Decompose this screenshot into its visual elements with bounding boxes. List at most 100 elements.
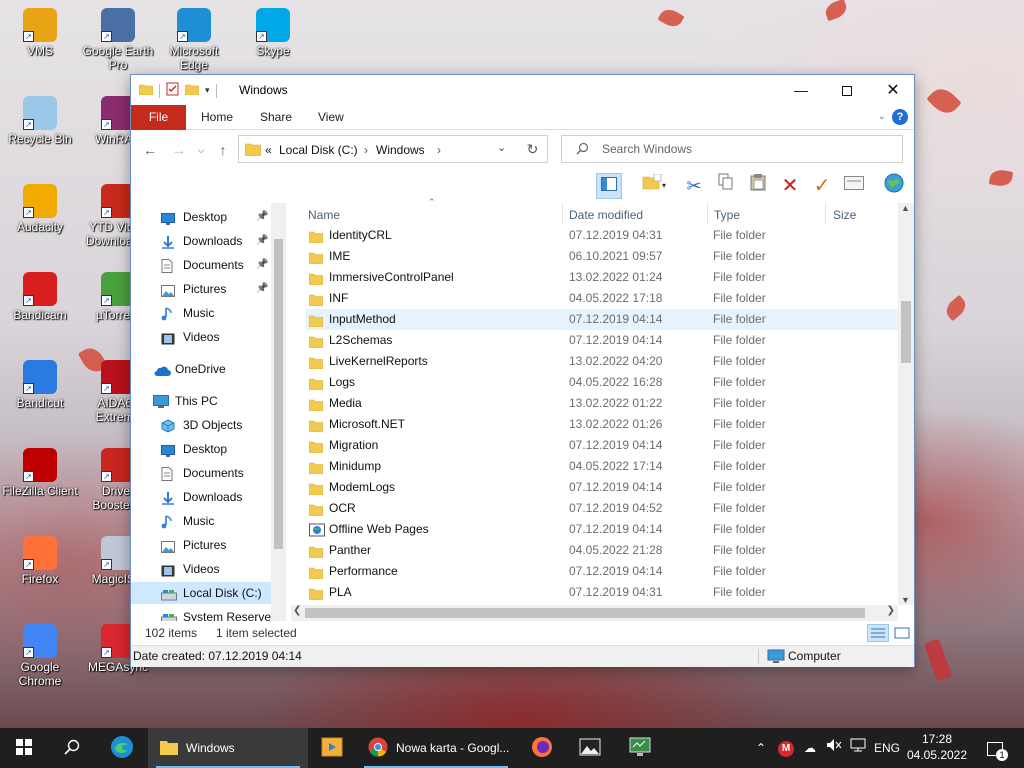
column-header-date[interactable]: Date modified — [569, 205, 643, 225]
tray-cloud[interactable]: ☁ — [800, 728, 820, 768]
help-icon[interactable]: ? — [892, 109, 908, 125]
nav-item-music[interactable]: Music — [131, 302, 271, 324]
nav-item-videos[interactable]: Videos — [131, 326, 271, 348]
pin-icon[interactable]: 📌 — [256, 254, 268, 276]
search-box[interactable] — [561, 135, 903, 163]
nav-item-music[interactable]: Music — [131, 510, 271, 532]
pin-icon[interactable]: 📌 — [256, 278, 268, 300]
nav-item-3d-objects[interactable]: 3D Objects — [131, 414, 271, 436]
close-button[interactable]: ✕ — [870, 75, 916, 105]
scroll-thumb[interactable] — [901, 301, 911, 363]
taskbar-chrome[interactable]: Nowa karta - Googl... — [356, 728, 516, 768]
nav-item-this-pc[interactable]: This PC — [131, 390, 271, 412]
nav-item-desktop[interactable]: Desktop 📌 — [131, 206, 271, 228]
tray-language[interactable]: ENG — [872, 728, 902, 768]
file-row[interactable]: LiveKernelReports 13.02.2022 04:20 File fo… — [306, 351, 898, 372]
column-divider[interactable] — [707, 203, 708, 225]
nav-item-documents[interactable]: Documents — [131, 462, 271, 484]
file-row[interactable]: Minidump 04.05.2022 17:14 File folder — [306, 456, 898, 477]
action-center-button[interactable]: 1 — [980, 728, 1010, 768]
nav-item-pictures[interactable]: Pictures — [131, 534, 271, 556]
up-button[interactable]: ↑ — [213, 140, 233, 160]
pin-icon[interactable]: 📌 — [256, 230, 268, 252]
file-row[interactable]: INF 04.05.2022 17:18 File folder — [306, 288, 898, 309]
breadcrumb-local-disk[interactable]: Local Disk (C:) — [279, 143, 358, 157]
address-bar[interactable]: « Local Disk (C:) › Windows › ⌄ — [238, 135, 548, 163]
column-header-size[interactable]: Size — [833, 205, 856, 225]
minimize-button[interactable]: — — [778, 75, 824, 105]
file-row[interactable]: InputMethod 07.12.2019 04:14 File folder — [306, 309, 898, 330]
search-taskbar-button[interactable] — [48, 728, 96, 768]
file-row[interactable]: PLA 07.12.2019 04:31 File folder — [306, 582, 898, 603]
nav-item-documents[interactable]: Documents 📌 — [131, 254, 271, 276]
tray-volume[interactable] — [824, 728, 844, 768]
desktop-shortcut[interactable]: ↗ Microsoft Edge — [156, 8, 232, 72]
refresh-button[interactable]: ↻ — [518, 135, 548, 163]
scroll-thumb[interactable] — [305, 608, 865, 618]
search-input[interactable] — [602, 142, 892, 156]
recent-locations-button[interactable]: ⌵ — [191, 140, 211, 160]
scroll-down-icon[interactable]: ▼ — [901, 595, 910, 605]
tab-view[interactable]: View — [318, 105, 344, 130]
desktop-shortcut[interactable]: ↗ VMS — [2, 8, 78, 58]
file-row[interactable]: ImmersiveControlPanel 13.02.2022 01:24 Fil… — [306, 267, 898, 288]
copy-button[interactable] — [713, 173, 739, 199]
nav-item-downloads[interactable]: Downloads — [131, 486, 271, 508]
file-row[interactable]: IME 06.10.2021 09:57 File folder — [306, 246, 898, 267]
desktop-shortcut[interactable]: ↗ FileZilla Client — [2, 448, 78, 498]
scroll-thumb[interactable] — [274, 239, 283, 549]
taskbar-photos[interactable] — [568, 728, 612, 768]
taskbar-video-app[interactable] — [310, 728, 354, 768]
paste-button[interactable] — [745, 173, 771, 199]
file-row[interactable]: Microsoft.NET 13.02.2022 01:26 File folder — [306, 414, 898, 435]
cut-button[interactable]: ✂ — [681, 173, 707, 199]
maximize-button[interactable] — [824, 75, 870, 105]
nav-item-desktop[interactable]: Desktop — [131, 438, 271, 460]
desktop-shortcut[interactable]: ↗ Bandicam — [2, 272, 78, 322]
file-list-horizontal-scrollbar[interactable]: ❮ ❯ — [291, 605, 898, 621]
breadcrumb-separator[interactable]: › — [364, 143, 368, 157]
column-header-name[interactable]: Name — [308, 205, 340, 225]
nav-item-pictures[interactable]: Pictures 📌 — [131, 278, 271, 300]
tray-clock[interactable]: 17:28 04.05.2022 — [905, 731, 969, 763]
rename-button[interactable]: ✓ — [809, 173, 835, 199]
title-bar[interactable]: ▾ Windows — ✕ — [131, 75, 914, 105]
desktop-shortcut[interactable]: ↗ Google Chrome — [2, 624, 78, 688]
address-dropdown-icon[interactable]: ⌄ — [497, 141, 506, 154]
tab-share[interactable]: Share — [260, 105, 292, 130]
desktop-shortcut[interactable]: ↗ Audacity — [2, 184, 78, 234]
nav-item-local-disk-c[interactable]: Local Disk (C:) — [131, 582, 271, 604]
breadcrumb-windows[interactable]: Windows — [376, 143, 425, 157]
address-overflow[interactable]: « — [265, 143, 272, 157]
file-row[interactable]: Performance 07.12.2019 04:14 File folder — [306, 561, 898, 582]
scroll-left-icon[interactable]: ❮ — [293, 605, 301, 616]
file-row[interactable]: Migration 07.12.2019 04:14 File folder — [306, 435, 898, 456]
customize-toolbar-icon[interactable]: ▾ — [205, 85, 210, 96]
new-folder-icon[interactable] — [184, 83, 200, 98]
scroll-up-icon[interactable]: ▲ — [901, 203, 910, 213]
file-row[interactable]: ModemLogs 07.12.2019 04:14 File folder — [306, 477, 898, 498]
preview-pane-button[interactable] — [596, 173, 622, 199]
nav-item-system-reserved[interactable]: System Reserved — [131, 606, 278, 621]
breadcrumb-separator[interactable]: › — [437, 143, 441, 157]
delete-button[interactable]: ✕ — [777, 173, 803, 199]
file-row[interactable]: Panther 04.05.2022 21:28 File folder — [306, 540, 898, 561]
network-button[interactable] — [881, 173, 907, 199]
tray-megasync[interactable]: M — [776, 728, 796, 768]
desktop-shortcut[interactable]: ↗ Google Earth Pro — [80, 8, 156, 72]
new-folder-button[interactable]: ▾ — [634, 173, 674, 199]
desktop-shortcut[interactable]: ↗ Bandicut — [2, 360, 78, 410]
taskbar-firefox[interactable] — [520, 728, 564, 768]
properties-button[interactable] — [841, 173, 867, 199]
file-list-vertical-scrollbar[interactable]: ▲ ▼ — [898, 203, 914, 605]
tab-file[interactable]: File — [131, 105, 186, 130]
column-divider[interactable] — [562, 203, 563, 225]
tray-network[interactable] — [848, 728, 868, 768]
column-divider[interactable] — [825, 203, 826, 225]
large-icons-view-button[interactable] — [891, 624, 913, 642]
column-header-type[interactable]: Type — [714, 205, 740, 225]
pin-icon[interactable]: 📌 — [256, 206, 268, 228]
scroll-right-icon[interactable]: ❯ — [887, 605, 895, 616]
file-row[interactable]: Media 13.02.2022 01:22 File folder — [306, 393, 898, 414]
desktop-shortcut[interactable]: ↗ Recycle Bin — [2, 96, 78, 146]
